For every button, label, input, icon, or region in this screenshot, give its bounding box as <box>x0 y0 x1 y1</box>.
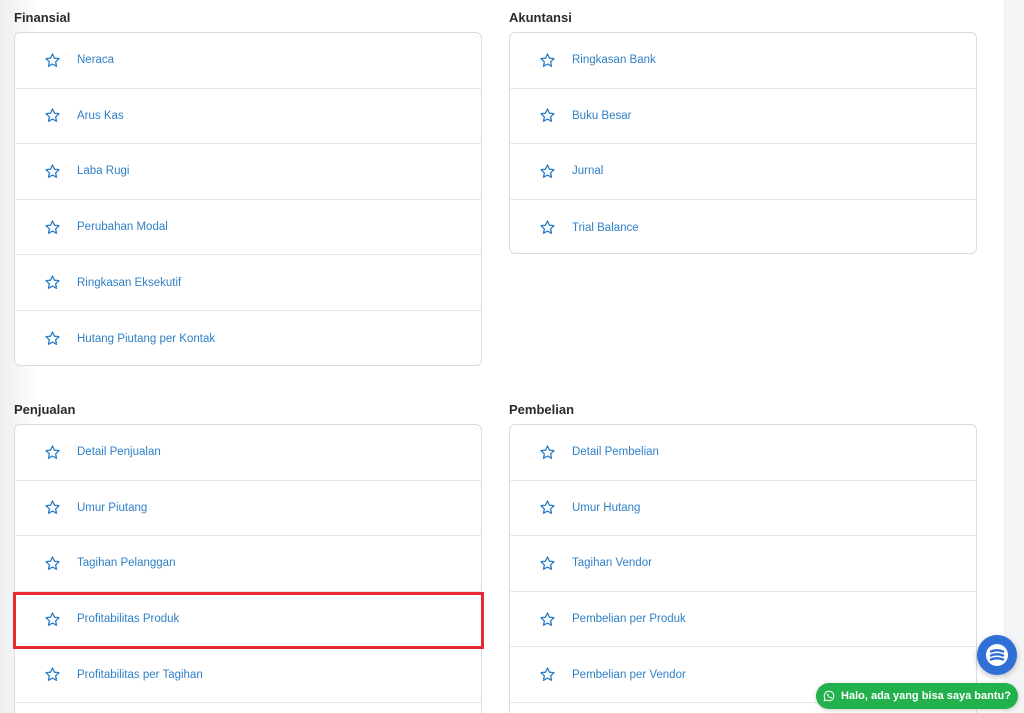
star-outline-icon[interactable] <box>538 666 556 684</box>
star-outline-icon[interactable] <box>43 274 61 292</box>
report-item-ringkasan-eksekutif[interactable]: Ringkasan Eksekutif <box>15 255 481 311</box>
star-outline-icon[interactable] <box>538 499 556 517</box>
star-outline-icon[interactable] <box>43 162 61 180</box>
report-item-hutang-piutang-per-kontak[interactable]: Hutang Piutang per Kontak <box>15 311 481 365</box>
report-item-label: Detail Pembelian <box>572 446 659 459</box>
report-item-label: Umur Piutang <box>77 501 148 514</box>
report-item-perubahan-modal[interactable]: Perubahan Modal <box>15 200 481 256</box>
report-item-tagihan-pelanggan[interactable]: Tagihan Pelanggan <box>15 536 481 592</box>
report-item-pembelian-per-produk[interactable]: Pembelian per Produk <box>510 592 976 648</box>
star-outline-icon[interactable] <box>538 51 556 69</box>
report-item-trial-balance[interactable]: Trial Balance <box>510 200 976 253</box>
star-outline-icon[interactable] <box>43 499 61 517</box>
star-outline-icon[interactable] <box>538 610 556 628</box>
section-title-akuntansi: Akuntansi <box>509 10 572 25</box>
report-item-arus-kas[interactable]: Arus Kas <box>15 89 481 145</box>
report-item-label: Detail Penjualan <box>77 446 161 459</box>
section-title-pembelian: Pembelian <box>509 402 575 417</box>
star-outline-icon[interactable] <box>43 610 61 628</box>
report-item-detail-penjualan[interactable]: Detail Penjualan <box>15 425 481 481</box>
report-item-laba-rugi[interactable]: Laba Rugi <box>15 144 481 200</box>
report-item-label: Jurnal <box>572 165 604 178</box>
report-item-ringkasan-bank[interactable]: Ringkasan Bank <box>510 33 976 89</box>
star-outline-icon[interactable] <box>43 107 61 125</box>
report-item-label: Profitabilitas per Tagihan <box>77 668 203 681</box>
section-title-penjualan: Penjualan <box>14 402 76 417</box>
report-item-label: Hutang Piutang per Kontak <box>77 332 216 345</box>
report-item-label: Laba Rugi <box>77 165 130 178</box>
help-chat-button[interactable] <box>977 635 1017 675</box>
report-item-label: Neraca <box>77 54 115 67</box>
section-title-finansial: Finansial <box>14 10 71 25</box>
star-outline-icon[interactable] <box>43 51 61 69</box>
report-item-label: Umur Hutang <box>572 501 641 514</box>
star-outline-icon[interactable] <box>43 554 61 572</box>
report-item-label: Perubahan Modal <box>77 221 168 234</box>
star-outline-icon[interactable] <box>538 554 556 572</box>
report-item-label: Tagihan Pelanggan <box>77 557 176 570</box>
star-outline-icon[interactable] <box>43 443 61 461</box>
chat-bubble-icon <box>984 642 1010 668</box>
report-item-buku-besar[interactable]: Buku Besar <box>510 89 976 145</box>
report-card-akuntansi: Ringkasan Bank Buku Besar Jurnal Trial B… <box>509 32 977 254</box>
whatsapp-icon <box>823 690 835 702</box>
reports-page: Finansial Neraca Arus Kas Laba Rugi Peru… <box>0 0 1024 713</box>
report-item-umur-hutang[interactable]: Umur Hutang <box>510 481 976 537</box>
report-card-finansial: Neraca Arus Kas Laba Rugi Perubahan Moda… <box>14 32 482 366</box>
report-item-label: Buku Besar <box>572 109 632 122</box>
star-outline-icon[interactable] <box>538 219 556 237</box>
star-outline-icon[interactable] <box>538 443 556 461</box>
report-item-neraca[interactable]: Neraca <box>15 33 481 89</box>
star-outline-icon[interactable] <box>43 666 61 684</box>
report-item-label: Pembelian per Vendor <box>572 668 686 681</box>
report-item-jurnal[interactable]: Jurnal <box>510 144 976 200</box>
report-item-label: Ringkasan Eksekutif <box>77 276 182 289</box>
report-item-umur-piutang[interactable]: Umur Piutang <box>15 481 481 537</box>
report-item-tagihan-vendor[interactable]: Tagihan Vendor <box>510 536 976 592</box>
report-item-label: Profitabilitas Produk <box>77 613 180 626</box>
report-item-profitabilitas-per-tagihan[interactable]: Profitabilitas per Tagihan <box>15 647 481 703</box>
report-card-pembelian: Detail Pembelian Umur Hutang Tagihan Ven… <box>509 424 977 713</box>
star-outline-icon[interactable] <box>43 330 61 348</box>
report-item-label: Arus Kas <box>77 109 124 122</box>
report-item-label: Pembelian per Produk <box>572 613 686 626</box>
report-item-profitabilitas-produk[interactable]: Profitabilitas Produk <box>15 592 481 648</box>
whatsapp-chat-button[interactable]: Halo, ada yang bisa saya bantu? <box>816 683 1018 709</box>
report-item-label: Trial Balance <box>572 221 639 234</box>
report-item-label: Tagihan Vendor <box>572 557 652 570</box>
star-outline-icon[interactable] <box>43 218 61 236</box>
star-outline-icon[interactable] <box>538 107 556 125</box>
report-card-penjualan: Detail Penjualan Umur Piutang Tagihan Pe… <box>14 424 482 713</box>
whatsapp-chat-label: Halo, ada yang bisa saya bantu? <box>841 690 1011 702</box>
star-outline-icon[interactable] <box>538 162 556 180</box>
report-item-label: Ringkasan Bank <box>572 54 656 67</box>
report-item-detail-pembelian[interactable]: Detail Pembelian <box>510 425 976 481</box>
